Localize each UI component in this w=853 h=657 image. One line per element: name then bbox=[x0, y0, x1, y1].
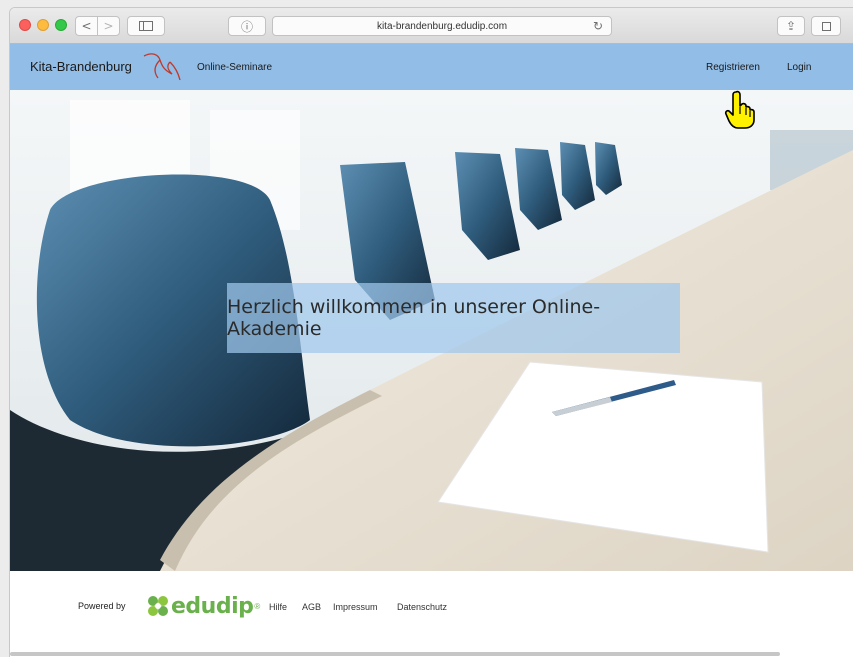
minimize-window-button[interactable] bbox=[37, 19, 49, 31]
nav-registrieren[interactable]: Registrieren bbox=[706, 62, 760, 73]
footer-link-agb[interactable]: AGB bbox=[302, 602, 321, 612]
show-tabs-button[interactable] bbox=[811, 16, 841, 36]
info-icon: ⓘ bbox=[240, 19, 253, 34]
tabs-icon bbox=[821, 21, 831, 31]
edudip-wordmark: edudip bbox=[171, 593, 254, 619]
hero-title: Herzlich willkommen in unserer Online-Ak… bbox=[227, 296, 601, 340]
chevron-left-icon: < bbox=[81, 19, 92, 33]
bird-logo-icon bbox=[143, 53, 181, 81]
reload-icon[interactable]: ↻ bbox=[593, 19, 603, 33]
sidebar-icon bbox=[139, 21, 153, 31]
privacy-info-button[interactable]: ⓘ bbox=[228, 16, 266, 36]
registered-mark: ® bbox=[254, 601, 261, 611]
footer-link-hilfe[interactable]: Hilfe bbox=[269, 602, 287, 612]
share-icon: ⇪ bbox=[785, 19, 797, 33]
site-header: Kita-Brandenburg Online-Seminare Registr… bbox=[10, 44, 853, 90]
footer-link-datenschutz[interactable]: Datenschutz bbox=[397, 602, 447, 612]
share-button[interactable]: ⇪ bbox=[777, 16, 805, 36]
footer-link-impressum[interactable]: Impressum bbox=[333, 602, 378, 612]
browser-window: < > ⓘ kita-brandenburg.edudip.com ↻ ⇪ Ki… bbox=[10, 8, 853, 657]
chevron-right-icon: > bbox=[103, 19, 114, 33]
brand-name[interactable]: Kita-Brandenburg bbox=[30, 59, 132, 74]
edudip-logo[interactable]: edudip ® bbox=[145, 593, 260, 619]
nav-online-seminare[interactable]: Online-Seminare bbox=[197, 62, 272, 73]
hero-section: Herzlich willkommen in unserer Online-Ak… bbox=[10, 90, 853, 571]
hero-banner: Herzlich willkommen in unserer Online-Ak… bbox=[227, 283, 680, 353]
back-button[interactable]: < bbox=[75, 16, 98, 36]
forward-button[interactable]: > bbox=[97, 16, 120, 36]
zoom-window-button[interactable] bbox=[55, 19, 67, 31]
sidebar-toggle-button[interactable] bbox=[127, 16, 165, 36]
nav-login[interactable]: Login bbox=[787, 62, 811, 73]
browser-toolbar: < > ⓘ kita-brandenburg.edudip.com ↻ ⇪ bbox=[10, 8, 853, 44]
horizontal-scrollbar[interactable] bbox=[10, 652, 780, 656]
hand-pointer-cursor-icon bbox=[724, 90, 755, 129]
close-window-button[interactable] bbox=[19, 19, 31, 31]
cloverleaf-logo-icon bbox=[148, 596, 168, 616]
powered-by-label: Powered by bbox=[78, 601, 126, 611]
site-footer: Powered by edudip ® Hilfe AGB Impressum … bbox=[10, 571, 853, 657]
url-text: kita-brandenburg.edudip.com bbox=[376, 20, 508, 32]
address-bar[interactable]: kita-brandenburg.edudip.com ↻ bbox=[272, 16, 612, 36]
